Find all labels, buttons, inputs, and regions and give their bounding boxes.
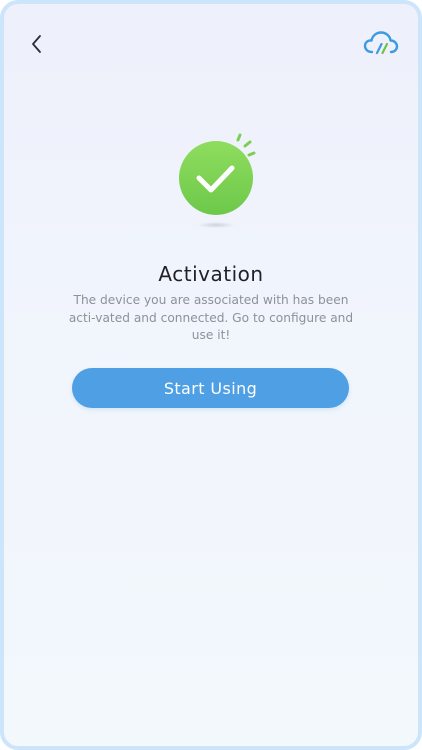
start-using-button[interactable]: Start Using — [72, 368, 349, 408]
check-circle-icon — [179, 133, 256, 215]
page-title: Activation — [158, 262, 264, 286]
icon-shadow — [198, 222, 234, 228]
chevron-left-icon — [32, 35, 41, 53]
back-button[interactable] — [22, 30, 50, 58]
status-description: The device you are associated with has b… — [68, 293, 354, 342]
success-indicator — [164, 126, 274, 236]
cloud-button[interactable] — [362, 28, 400, 58]
cloud-brand-icon — [363, 31, 399, 55]
app-screen: Activation The device you are associated… — [0, 0, 422, 750]
